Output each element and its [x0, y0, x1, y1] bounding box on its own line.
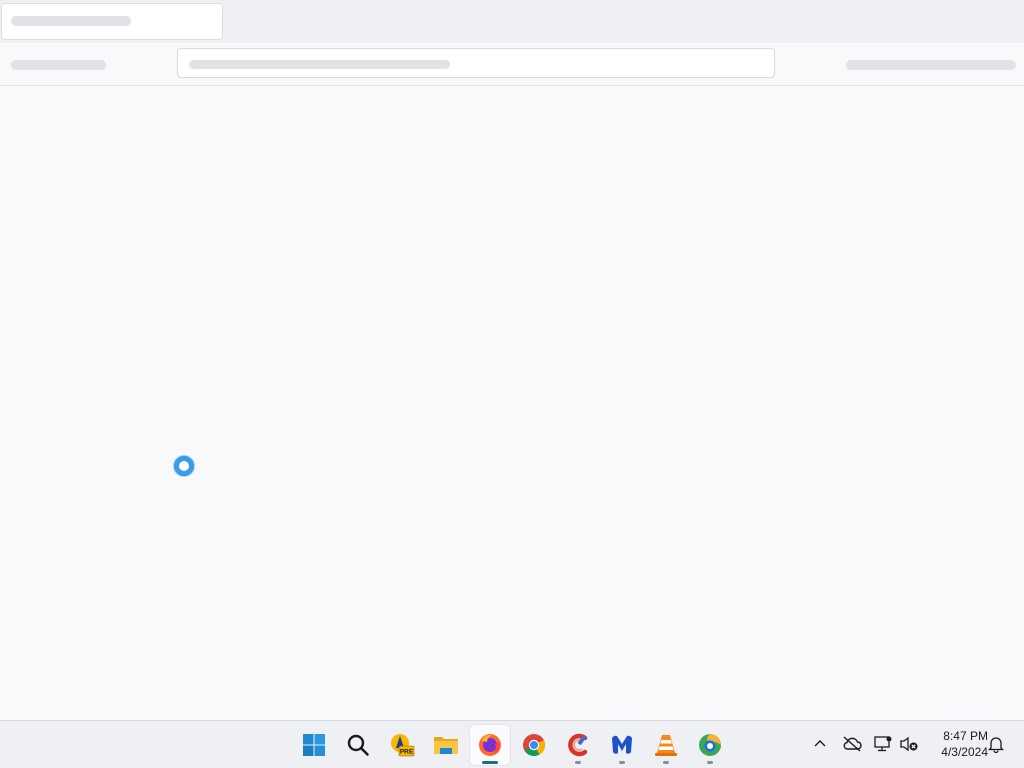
chrome-icon [523, 734, 546, 756]
running-indicator [575, 761, 581, 764]
running-indicator [619, 761, 625, 764]
onedrive-status-button[interactable] [841, 733, 863, 755]
desktop-screen: PRE 8:47 PM 4/3/2024 [0, 0, 1024, 768]
malwarebytes-button[interactable] [602, 725, 642, 765]
taskbar: PRE 8:47 PM 4/3/2024 [0, 720, 1024, 768]
tab-title-placeholder [11, 16, 131, 26]
edge-dev-icon [699, 734, 721, 756]
address-text-placeholder [189, 60, 450, 69]
acrobat-pre-icon: PRE [391, 734, 415, 757]
page-content-area [0, 86, 1024, 720]
cloud-offline-icon [843, 736, 862, 752]
network-disconnected-icon [874, 736, 892, 752]
notifications-button[interactable] [985, 733, 1007, 755]
firefox-button[interactable] [470, 725, 510, 765]
toolbar-actions-placeholder [846, 60, 1016, 70]
address-bar[interactable] [177, 48, 775, 78]
folder-icon [434, 737, 458, 754]
svg-text:PRE: PRE [400, 749, 414, 756]
network-status-button[interactable] [872, 733, 894, 755]
loading-spinner-icon [174, 456, 194, 476]
search-button[interactable] [338, 725, 378, 765]
running-indicator [663, 761, 669, 764]
edge-dev-button[interactable] [690, 725, 730, 765]
running-indicator [482, 761, 498, 764]
browser-tab-loading[interactable] [1, 3, 223, 40]
search-icon [347, 734, 369, 756]
system-clock[interactable]: 8:47 PM 4/3/2024 [926, 728, 988, 760]
ccleaner-button[interactable] [558, 725, 598, 765]
acrobat-pre-button[interactable]: PRE [382, 725, 422, 765]
chevron-up-icon [814, 740, 826, 747]
malwarebytes-icon [612, 735, 632, 754]
clock-time: 8:47 PM [943, 729, 988, 743]
chrome-button[interactable] [514, 725, 554, 765]
firefox-icon [479, 734, 501, 756]
vlc-icon [655, 735, 677, 756]
volume-button[interactable] [898, 733, 920, 755]
show-hidden-icons-button[interactable] [809, 733, 831, 755]
start-button[interactable] [294, 725, 334, 765]
browser-toolbar [0, 43, 1024, 86]
speaker-muted-icon [900, 736, 918, 752]
clock-date: 4/3/2024 [941, 745, 988, 759]
bell-icon [987, 737, 1005, 753]
windows-logo-icon [303, 734, 325, 756]
file-explorer-button[interactable] [426, 725, 466, 765]
ccleaner-icon [568, 733, 588, 757]
nav-buttons-placeholder [11, 60, 106, 70]
running-indicator [707, 761, 713, 764]
browser-tab-strip [0, 0, 1024, 43]
vlc-button[interactable] [646, 725, 686, 765]
